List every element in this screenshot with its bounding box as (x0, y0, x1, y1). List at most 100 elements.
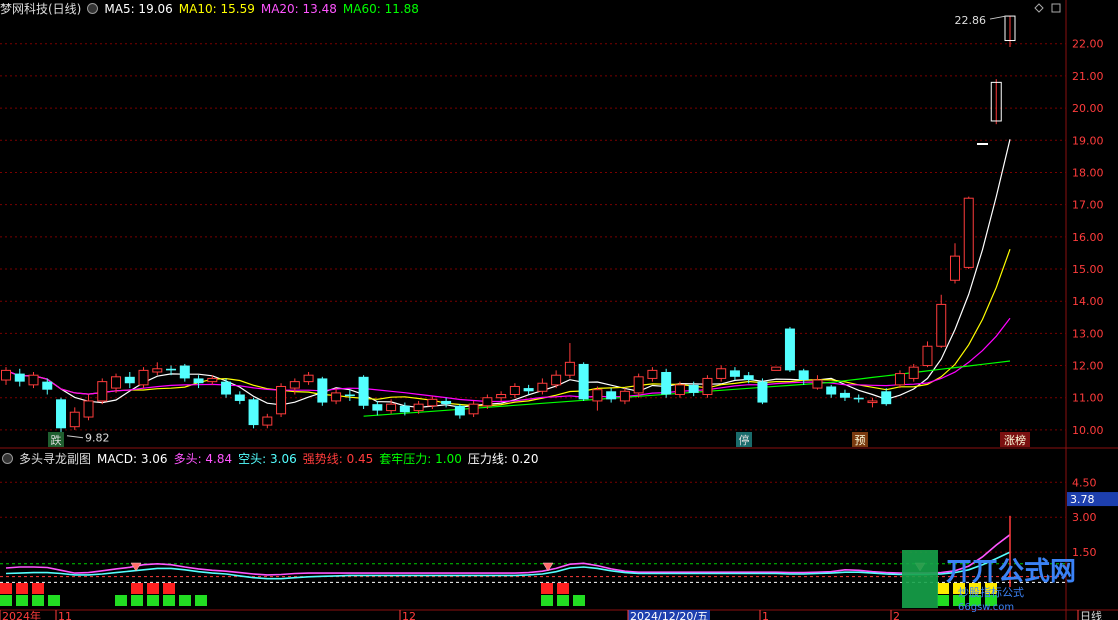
candle-body (798, 370, 809, 381)
candle-body (729, 370, 740, 377)
candle-body (441, 400, 452, 405)
candle-body (331, 392, 342, 402)
main-chart-header: 梦网科技(日线) MA5: 19.06 MA10: 15.59 MA20: 13.48… (0, 0, 425, 18)
candle-body (922, 345, 933, 367)
signal-block-bottom (573, 595, 585, 606)
candle-body (702, 377, 713, 396)
settings-circle-icon[interactable] (87, 3, 99, 14)
candle-body (936, 303, 947, 347)
candle-body (83, 400, 94, 418)
candle-body (551, 374, 562, 386)
signal-block-bottom (163, 595, 175, 606)
ma5-label: MA5: 19.06 (104, 2, 173, 16)
candle-body (812, 379, 823, 389)
signal-block-top (0, 583, 12, 594)
candle-body (716, 368, 727, 379)
candle-body (661, 371, 672, 395)
candle-body (152, 368, 163, 373)
marker-label: 涨榜 (1004, 433, 1026, 447)
signal-block-top (131, 583, 143, 594)
candle-body (427, 398, 438, 407)
candle-body (372, 404, 383, 411)
signal-block-bottom (179, 595, 191, 606)
y-tick-label: 13.00 (1072, 327, 1104, 340)
candle-body (166, 368, 177, 371)
candle-body (386, 403, 397, 412)
candle-body (743, 375, 754, 381)
candle-body (564, 361, 575, 376)
candle-body (537, 382, 548, 392)
candle-body (138, 369, 149, 386)
watermark-text-main: 丌丌公式网 (946, 557, 1076, 587)
signal-block-top (32, 583, 44, 594)
candle-body (647, 369, 658, 379)
candle-body (28, 374, 39, 386)
macd-label: MACD: 3.06 (97, 452, 168, 466)
candle-body (234, 394, 245, 401)
candle-body (69, 411, 80, 428)
candle-body (1, 369, 11, 381)
candle-body (949, 255, 960, 281)
y-tick-label: 14.00 (1072, 295, 1104, 308)
candle-body (124, 376, 135, 384)
settings-circle-icon[interactable] (2, 453, 13, 464)
y-tick-label: 10.00 (1072, 424, 1104, 437)
candle-body (248, 399, 259, 426)
signal-block-top (557, 583, 569, 594)
candle-body (344, 394, 355, 397)
y-tick-label: 15.00 (1072, 263, 1104, 276)
y-tick-label: 22.00 (1072, 38, 1104, 51)
y-tick-label: 17.00 (1072, 199, 1104, 212)
candle-body (509, 385, 520, 396)
signal-block-bottom (131, 595, 143, 606)
x-axis-label: 12 (402, 610, 416, 620)
y-tick-label: 12.00 (1072, 360, 1104, 373)
background (0, 0, 1118, 620)
candle-body (14, 373, 25, 382)
stock-title[interactable]: 梦网科技(日线) (0, 2, 81, 16)
signal-block-bottom (48, 595, 60, 606)
ma20-label: MA20: 13.48 (260, 2, 337, 16)
sub-title[interactable]: 多头寻龙副图 (19, 452, 91, 466)
marker-label: 跌 (51, 433, 62, 447)
x-axis-label: 1 (762, 610, 769, 620)
y-tick-label: 18.00 (1072, 166, 1104, 179)
candle-body (179, 365, 190, 379)
candle-body (42, 381, 53, 390)
signal-block-top (16, 583, 28, 594)
candle-body (111, 376, 122, 389)
candle-body (771, 366, 782, 371)
candle-body (839, 392, 850, 398)
x-axis-label: 2024年 (2, 609, 41, 620)
candle-body (578, 363, 589, 400)
candle-body (193, 378, 204, 384)
watermark-url: 66gsw.com (958, 602, 1014, 612)
watermark-logo-icon (902, 550, 938, 608)
candle-body (674, 384, 685, 396)
candle-body (97, 381, 108, 402)
watermark-badge: 丌丌公式网 炒股指标公式 66gsw.com (898, 548, 1118, 613)
qiangshi-label: 强势线: 0.45 (302, 452, 374, 466)
signal-block-bottom (115, 595, 127, 606)
y-tick-label: 20.00 (1072, 102, 1104, 115)
signal-block-bottom (195, 595, 207, 606)
candle-body (853, 397, 864, 400)
taolao-label: 套牢压力: 1.00 (379, 452, 462, 466)
candle-body (482, 397, 493, 407)
candle-body (619, 390, 630, 402)
yali-label: 压力线: 0.20 (467, 452, 539, 466)
ma10-label: MA10: 15.59 (178, 2, 255, 16)
watermark-text-sub: 炒股指标公式 (958, 585, 1024, 599)
current-value-label: 3.78 (1070, 493, 1095, 506)
y-tick-label: 21.00 (1072, 70, 1104, 83)
candle-body (303, 374, 314, 383)
y-tick-label: 16.00 (1072, 231, 1104, 244)
low-price-label: 9.82 (85, 432, 110, 445)
candle-body (454, 405, 465, 416)
candle-body (56, 399, 67, 429)
candle-body (894, 373, 905, 386)
y-tick-label: 11.00 (1072, 392, 1104, 405)
candle-body (262, 416, 273, 426)
signal-block-bottom (32, 595, 44, 606)
candle-body (976, 143, 988, 146)
